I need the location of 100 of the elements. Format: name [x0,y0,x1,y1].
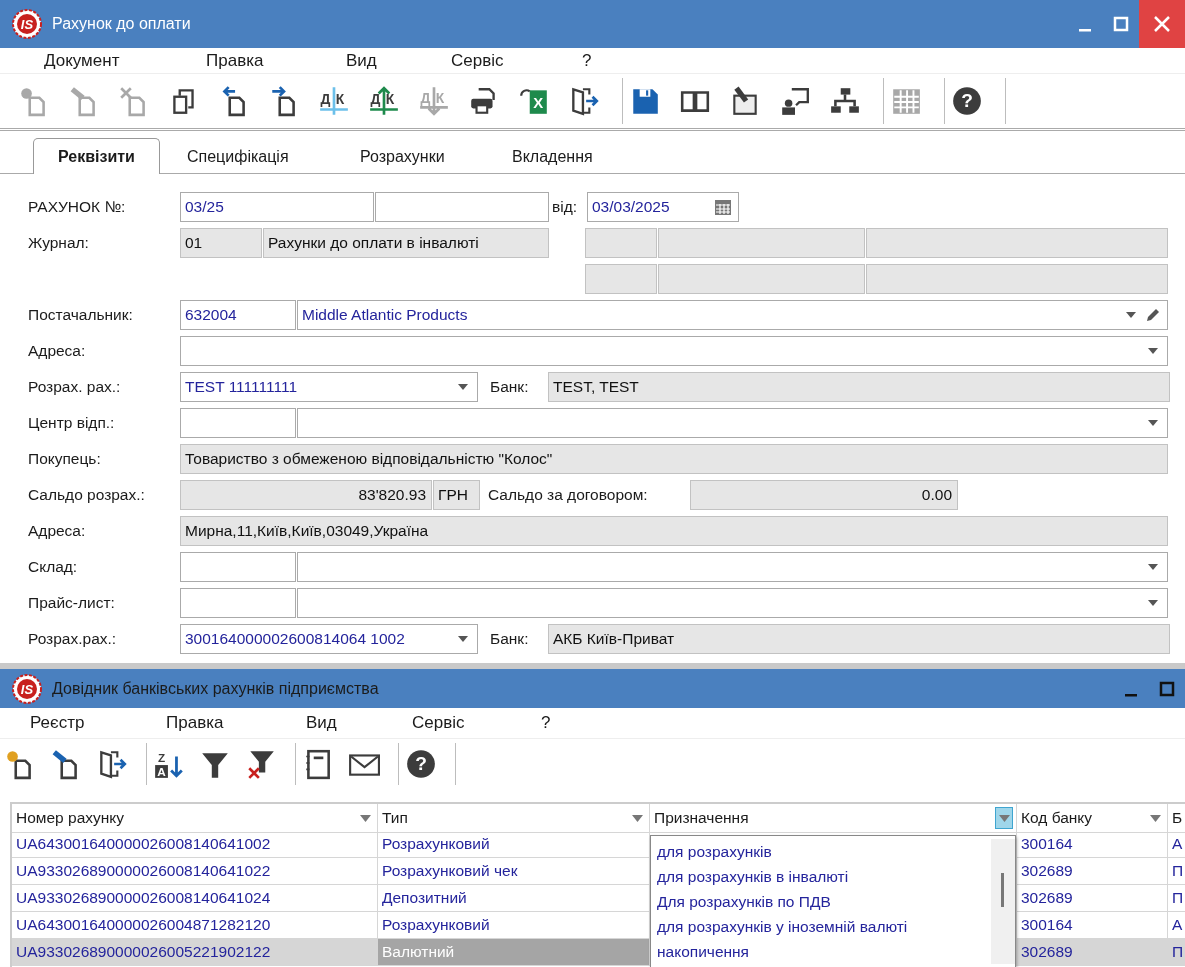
table-cell: UA933026890000026005221902122 [12,939,378,966]
dropdown-option[interactable]: для розрахунків в інвалюті [655,864,991,889]
date-field[interactable]: 03/03/2025 [587,192,739,222]
field-label: Банк: [489,630,530,648]
field-label: від: [551,198,579,216]
tab[interactable]: Розрахунки [333,138,485,174]
dropdown-caret-icon[interactable] [1147,563,1159,571]
tab[interactable]: Вкладення [485,138,605,174]
dropdown-field[interactable] [180,336,1168,366]
input-field[interactable]: 03/25 [180,192,374,222]
dropdown-field[interactable]: TEST 111111111 [180,372,478,402]
table-cell: UA933026890000026008140641022 [12,858,378,885]
table-cell: 302689 [1017,858,1168,885]
column-header[interactable]: Номер рахунку [12,804,378,833]
menu-item[interactable]: Вид [306,713,412,733]
maximize-icon[interactable] [1159,680,1175,697]
dropdown-field[interactable]: Middle Atlantic Products [297,300,1168,330]
app-logo: IS [12,9,42,39]
menu-item[interactable]: Реєстр [30,713,166,733]
dropdown-option[interactable]: накопичення [655,939,991,964]
field-label: Сальдо розрах.: [28,486,145,504]
dropdown-field[interactable]: 300164000002600814064 1002 [180,624,478,654]
table-cell: П [1168,858,1185,885]
readonly-field [585,228,657,258]
field-label: Банк: [489,378,530,396]
table-cell: Валютний [378,939,650,966]
amount-field: 0.00 [690,480,958,510]
input-field[interactable] [180,552,296,582]
dropdown-option[interactable]: для розрахунків у іноземній валюті [655,914,991,939]
menu-item[interactable]: ? [541,713,551,733]
table-cell: Розрахунковий чек [378,858,650,885]
input-field[interactable] [375,192,549,222]
dropdown-caret-icon[interactable] [1147,347,1159,355]
dropdown-caret-icon[interactable] [1147,599,1159,607]
input-field[interactable]: 632004 [180,300,296,330]
close-button[interactable] [1139,0,1185,48]
table-cell: Розрахунковий [378,831,650,858]
table-cell: 300164 [1017,831,1168,858]
readonly-field: АКБ Київ-Приват [548,624,1170,654]
dropdown-option[interactable]: Для розрахунків по ПДВ [655,889,991,914]
column-header[interactable]: Б [1168,804,1185,833]
dropdown-field[interactable] [297,408,1168,438]
caret-icon [1149,814,1161,822]
table-cell: А [1168,831,1185,858]
table-cell: 302689 [1017,885,1168,912]
field-label: Адреса: [28,522,86,540]
readonly-field: Товариство з обмеженою відповідальністю "Колос" [180,444,1168,474]
input-field[interactable] [180,588,296,618]
field-label: Покупець: [28,450,101,468]
readonly-field: Рахунки до оплати в інвалюті [263,228,549,258]
caret-icon [359,814,371,822]
dropdown-caret-icon[interactable] [1147,419,1159,427]
scrollbar[interactable] [991,839,1015,964]
field-label: Розрах.рах.: [28,630,117,648]
table-cell: П [1168,939,1185,966]
table-cell: UA643001640000026008140641002 [12,831,378,858]
readonly-field: ГРН [433,480,480,510]
field-label: Адреса: [28,342,86,360]
menu-item[interactable]: Правка [206,50,346,71]
readonly-field: 01 [180,228,262,258]
calendar-icon[interactable] [714,198,732,216]
dropdown-caret-icon[interactable] [457,383,469,391]
column-header[interactable]: Код банку [1017,804,1168,833]
help-icon[interactable]: ? [405,748,437,780]
menu-item[interactable]: Документ [44,50,206,71]
column-header[interactable]: Тип [378,804,650,833]
close-icon[interactable] [1153,15,1171,33]
table-cell: UA933026890000026008140641024 [12,885,378,912]
readonly-field: TEST, TEST [548,372,1170,402]
menu-item[interactable]: Вид [346,50,451,71]
menu-item[interactable]: ? [582,50,592,71]
input-field[interactable] [180,408,296,438]
help-icon[interactable]: ? [951,85,983,117]
readonly-field [585,264,657,294]
field-label: Постачальник: [28,306,133,324]
filter-button[interactable] [995,807,1013,829]
field-label: РАХУНОК №: [28,198,126,216]
window-title: Довідник банківських рахунків підприємства [52,679,380,698]
tab[interactable]: Реквізити [33,138,160,174]
table-cell: П [1168,885,1185,912]
dropdown-caret-icon[interactable] [1125,311,1137,319]
field-label: Сальдо за договором: [487,486,649,504]
tab[interactable]: Специфікація [160,138,333,174]
menu-item[interactable]: Правка [166,713,306,733]
pencil-icon[interactable] [1145,307,1161,323]
field-label: Прайс-лист: [28,594,115,612]
window-title: Рахунок до оплати [52,15,192,33]
dropdown-option[interactable]: для розрахунків [655,839,991,864]
dropdown-field[interactable] [297,552,1168,582]
menu-item[interactable]: Сервіс [412,713,541,733]
table-cell: 302689 [1017,939,1168,966]
dropdown-caret-icon[interactable] [457,635,469,643]
amount-field: 83'820.93 [180,480,432,510]
readonly-field: Мирна,11,Київ,Київ,03049,Україна [180,516,1168,546]
column-header[interactable]: Призначення [650,804,1017,833]
caret-icon [631,814,643,822]
user-message-icon[interactable] [779,85,811,117]
field-label: Центр відп.: [28,414,115,432]
menu-item[interactable]: Сервіс [451,50,582,71]
dropdown-field[interactable] [297,588,1168,618]
